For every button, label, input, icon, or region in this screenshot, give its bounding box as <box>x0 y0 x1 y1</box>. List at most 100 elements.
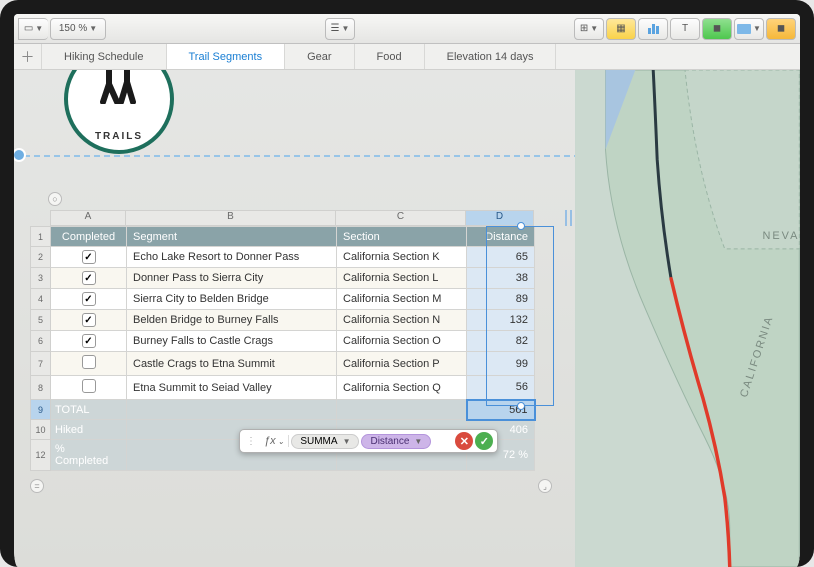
col-header-b[interactable]: B <box>126 210 336 226</box>
zoom-select[interactable]: 150 %▼ <box>50 18 106 40</box>
checkbox[interactable] <box>82 355 96 369</box>
row-number[interactable]: 6 <box>31 331 51 352</box>
map-label-nevada: NEVAD <box>763 230 800 242</box>
sheet-tabbar: ＋ Hiking Schedule Trail Segments Gear Fo… <box>14 44 800 70</box>
hdr-completed[interactable]: Completed <box>51 227 127 247</box>
cell-segment[interactable]: Echo Lake Resort to Donner Pass <box>127 247 337 268</box>
cell-completed[interactable] <box>51 289 127 310</box>
table-row: 3 Donner Pass to Sierra CityCalifornia Se… <box>31 268 535 289</box>
row-number[interactable]: 5 <box>31 310 51 331</box>
cell-distance[interactable]: 65 <box>467 247 535 268</box>
cell-completed[interactable] <box>51 247 127 268</box>
cell-section[interactable]: California Section N <box>337 310 467 331</box>
chart-icon <box>648 24 659 34</box>
table-button[interactable]: ▦ <box>606 18 636 40</box>
total-value[interactable]: 561 <box>467 400 535 420</box>
sheet-tab-gear[interactable]: Gear <box>285 44 354 69</box>
cell[interactable] <box>337 400 467 420</box>
cell-segment[interactable]: Sierra City to Belden Bridge <box>127 289 337 310</box>
chevron-down-icon: ▼ <box>35 24 43 33</box>
row-number[interactable]: 10 <box>31 420 51 440</box>
arg-name: Distance <box>370 436 409 447</box>
cell-section[interactable]: California Section L <box>337 268 467 289</box>
col-header-a[interactable]: A <box>50 210 126 226</box>
col-header-c[interactable]: C <box>336 210 466 226</box>
canvas[interactable]: TRAILS ○ A B C D 1 Completed Segment Sec… <box>14 70 800 567</box>
cell-distance[interactable]: 99 <box>467 352 535 376</box>
cell-section[interactable]: California Section M <box>337 289 467 310</box>
view-group: ▭▼ <box>18 18 48 40</box>
cell-section[interactable]: California Section Q <box>337 376 467 400</box>
tab-label: Hiking Schedule <box>64 51 144 63</box>
row-number[interactable]: 2 <box>31 247 51 268</box>
table-corner-handle-br[interactable]: ⌟ <box>538 479 552 493</box>
cell-section[interactable]: California Section K <box>337 247 467 268</box>
row-number[interactable]: 12 <box>31 440 51 471</box>
cell-segment[interactable]: Donner Pass to Sierra City <box>127 268 337 289</box>
cell-distance[interactable]: 89 <box>467 289 535 310</box>
drag-handle-icon[interactable]: ⋮ <box>244 436 258 447</box>
cell-distance[interactable]: 82 <box>467 331 535 352</box>
row-number[interactable]: 7 <box>31 352 51 376</box>
total-label[interactable]: TOTAL <box>51 400 127 420</box>
cell-completed[interactable] <box>51 352 127 376</box>
cell-segment[interactable]: Belden Bridge to Burney Falls <box>127 310 337 331</box>
sheet-tab-elevation[interactable]: Elevation 14 days <box>425 44 557 69</box>
add-sheet-button[interactable]: ＋ <box>14 44 42 69</box>
checkbox[interactable] <box>82 250 96 264</box>
formula-function-pill[interactable]: SUMMA▼ <box>291 434 359 449</box>
chart-button[interactable] <box>638 18 668 40</box>
table-corner-handle-tl[interactable]: ○ <box>48 192 62 206</box>
header-row: 1 Completed Segment Section Distance <box>31 227 535 247</box>
cell-completed[interactable] <box>51 310 127 331</box>
hdr-section[interactable]: Section <box>337 227 467 247</box>
cell-distance[interactable]: 56 <box>467 376 535 400</box>
checkbox[interactable] <box>82 313 96 327</box>
hdr-segment[interactable]: Segment <box>127 227 337 247</box>
shape-button[interactable]: ◼ <box>702 18 732 40</box>
list-style-button[interactable]: ☰▼ <box>325 18 355 40</box>
sheet-tab-food[interactable]: Food <box>355 44 425 69</box>
comment-button[interactable]: ◼ <box>766 18 796 40</box>
sheet-tab-hiking[interactable]: Hiking Schedule <box>42 44 167 69</box>
row-number[interactable]: 8 <box>31 376 51 400</box>
cell-section[interactable]: California Section O <box>337 331 467 352</box>
cell-segment[interactable]: Castle Crags to Etna Summit <box>127 352 337 376</box>
fx-button[interactable]: ƒx⌄ <box>260 435 289 447</box>
checkbox[interactable] <box>82 271 96 285</box>
cell-section[interactable]: California Section P <box>337 352 467 376</box>
row-number[interactable]: 9 <box>31 400 51 420</box>
cell-distance[interactable]: 38 <box>467 268 535 289</box>
formula-editor[interactable]: ⋮ ƒx⌄ SUMMA▼ Distance▼ ✕ ✓ <box>239 429 498 453</box>
table-row: 7 Castle Crags to Etna SummitCalifornia S… <box>31 352 535 376</box>
cell-segment[interactable]: Burney Falls to Castle Crags <box>127 331 337 352</box>
row-number[interactable]: 1 <box>31 227 51 247</box>
cell[interactable] <box>127 400 337 420</box>
page-guide-handle[interactable] <box>14 148 26 162</box>
hiked-label[interactable]: Hiked <box>51 420 127 440</box>
pct-label[interactable]: % Completed <box>51 440 127 471</box>
media-button[interactable]: ▼ <box>734 18 764 40</box>
sheet-tab-trail-segments[interactable]: Trail Segments <box>167 44 286 69</box>
insert-button[interactable]: ⊞▼ <box>574 18 604 40</box>
table-row: 8 Etna Summit to Seiad ValleyCalifornia S… <box>31 376 535 400</box>
checkbox[interactable] <box>82 334 96 348</box>
cell-completed[interactable] <box>51 331 127 352</box>
cell-completed[interactable] <box>51 376 127 400</box>
cell-segment[interactable]: Etna Summit to Seiad Valley <box>127 376 337 400</box>
cell-distance[interactable]: 132 <box>467 310 535 331</box>
hdr-distance[interactable]: Distance <box>467 227 535 247</box>
text-button[interactable]: T <box>670 18 700 40</box>
cell-completed[interactable] <box>51 268 127 289</box>
checkbox[interactable] <box>82 379 96 393</box>
column-width-handle[interactable] <box>565 210 572 226</box>
view-button[interactable]: ▭▼ <box>18 18 48 40</box>
checkbox[interactable] <box>82 292 96 306</box>
add-row-handle[interactable]: = <box>30 479 44 493</box>
row-number[interactable]: 3 <box>31 268 51 289</box>
formula-accept-button[interactable]: ✓ <box>475 432 493 450</box>
formula-cancel-button[interactable]: ✕ <box>455 432 473 450</box>
formula-arg-pill[interactable]: Distance▼ <box>361 434 431 449</box>
row-number[interactable]: 4 <box>31 289 51 310</box>
col-header-d[interactable]: D <box>466 210 534 226</box>
